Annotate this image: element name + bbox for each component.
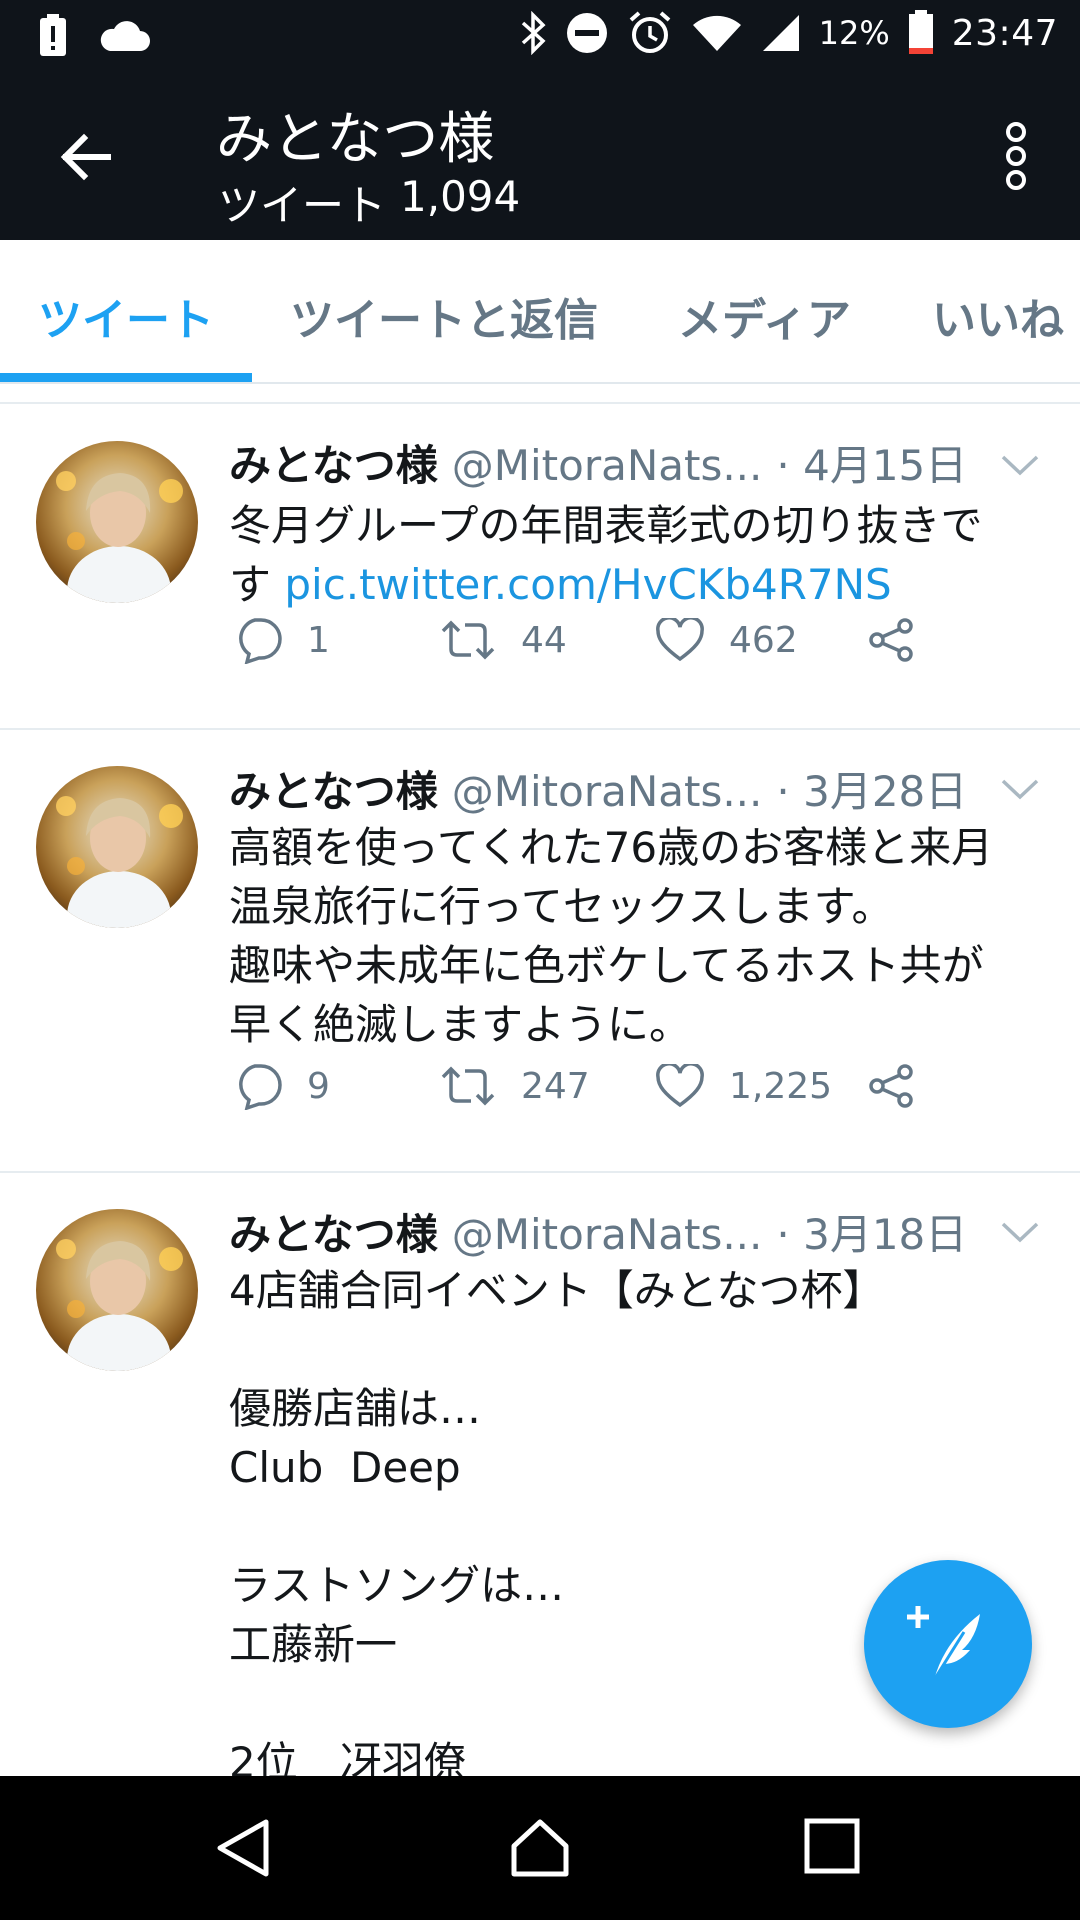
tweet-link[interactable]: pic.twitter.com/HvCKb4R7NS [284, 560, 891, 609]
user-handle: @MitoraNats... [451, 441, 763, 490]
display-name[interactable]: みとなつ様 [229, 758, 438, 819]
tweet-item[interactable]: みとなつ様 @MitoraNats... · 4月15日 冬月グループの年間表彰… [0, 404, 1080, 730]
retweet-icon [439, 1065, 497, 1107]
tweet-count-value: 1,094 [400, 172, 521, 221]
more-options-icon[interactable] [996, 122, 1036, 192]
back-arrow-icon[interactable] [52, 122, 122, 192]
tweet-date: · 3月28日 [776, 767, 968, 816]
chevron-down-icon[interactable] [1000, 776, 1040, 802]
reply-icon [233, 1062, 283, 1110]
tweet-date: · 3月18日 [776, 1210, 968, 1259]
reply-count: 1 [307, 619, 330, 661]
clock: 23:47 [951, 12, 1058, 54]
like-button[interactable]: 1,225 [655, 1064, 832, 1108]
profile-header: みとなつ様 ツイート 1,094 [0, 72, 1080, 240]
avatar[interactable] [36, 441, 198, 603]
retweet-button[interactable]: 44 [439, 619, 567, 661]
display-name[interactable]: みとなつ様 [229, 432, 438, 493]
wifi-icon [691, 13, 743, 53]
alarm-icon [627, 10, 673, 56]
recent-apps-icon[interactable] [802, 1816, 862, 1880]
retweet-count: 44 [521, 619, 567, 661]
like-button[interactable]: 462 [655, 618, 798, 662]
cloud-icon [98, 19, 150, 53]
battery-percent: 12% [818, 14, 890, 52]
reply-button[interactable]: 1 [233, 616, 330, 664]
profile-tabs: ツイート ツイートと返信 メディア いいね [0, 240, 1080, 384]
avatar[interactable] [36, 1209, 198, 1371]
share-button[interactable] [867, 1064, 915, 1108]
battery-alert-icon [38, 14, 68, 58]
like-count: 1,225 [729, 1065, 833, 1107]
like-count: 462 [729, 619, 798, 661]
tweet-text: 高額を使ってくれた76歳のお客様と来月 温泉旅行に行ってセックスします。 趣味や… [229, 823, 994, 1049]
bluetooth-icon [519, 11, 547, 55]
tweet-count-label: ツイート [218, 181, 387, 230]
avatar[interactable] [36, 766, 198, 928]
tweet-header: みとなつ様 @MitoraNats... · 3月28日 [229, 758, 967, 819]
retweet-icon [439, 619, 497, 661]
do-not-disturb-icon [565, 11, 609, 55]
active-tab-indicator [0, 373, 252, 382]
chevron-down-icon[interactable] [1000, 452, 1040, 478]
tweet-date: · 4月15日 [776, 441, 968, 490]
reply-button[interactable]: 9 [233, 1062, 330, 1110]
reply-count: 9 [307, 1065, 330, 1107]
user-handle: @MitoraNats... [451, 1210, 763, 1259]
tweet-header: みとなつ様 @MitoraNats... · 3月18日 [229, 1201, 967, 1262]
tweet-item[interactable]: みとなつ様 @MitoraNats... · 3月28日 高額を使ってくれた76… [0, 730, 1080, 1173]
compose-tweet-button[interactable] [864, 1560, 1032, 1728]
home-icon[interactable] [508, 1816, 572, 1884]
tab-media[interactable]: メディア [678, 284, 851, 348]
battery-icon [908, 10, 934, 56]
tweet-count: ツイート 1,094 [218, 172, 520, 233]
share-icon [867, 1064, 915, 1108]
heart-icon [655, 618, 705, 662]
tweet-header: みとなつ様 @MitoraNats... · 4月15日 [229, 432, 967, 493]
tab-tweets[interactable]: ツイート [38, 284, 214, 348]
page-title: みとなつ様 [216, 107, 495, 172]
system-nav-bar [0, 1776, 1080, 1920]
signal-icon [761, 13, 801, 53]
share-button[interactable] [867, 618, 915, 662]
tweet-text: 冬月グループの年間表彰式の切り抜きで す pic.twitter.com/HvC… [229, 496, 1049, 614]
back-triangle-icon[interactable] [214, 1816, 272, 1884]
tab-tweets-and-replies[interactable]: ツイートと返信 [290, 284, 598, 348]
status-bar: 12% 23:47 [0, 0, 1080, 72]
display-name[interactable]: みとなつ様 [229, 1201, 438, 1262]
share-icon [867, 618, 915, 662]
chevron-down-icon[interactable] [1000, 1219, 1040, 1245]
reply-icon [233, 616, 283, 664]
user-handle: @MitoraNats... [451, 767, 763, 816]
retweet-button[interactable]: 247 [439, 1065, 590, 1107]
retweet-count: 247 [521, 1065, 590, 1107]
tab-likes[interactable]: いいね [932, 284, 1064, 348]
heart-icon [655, 1064, 705, 1108]
